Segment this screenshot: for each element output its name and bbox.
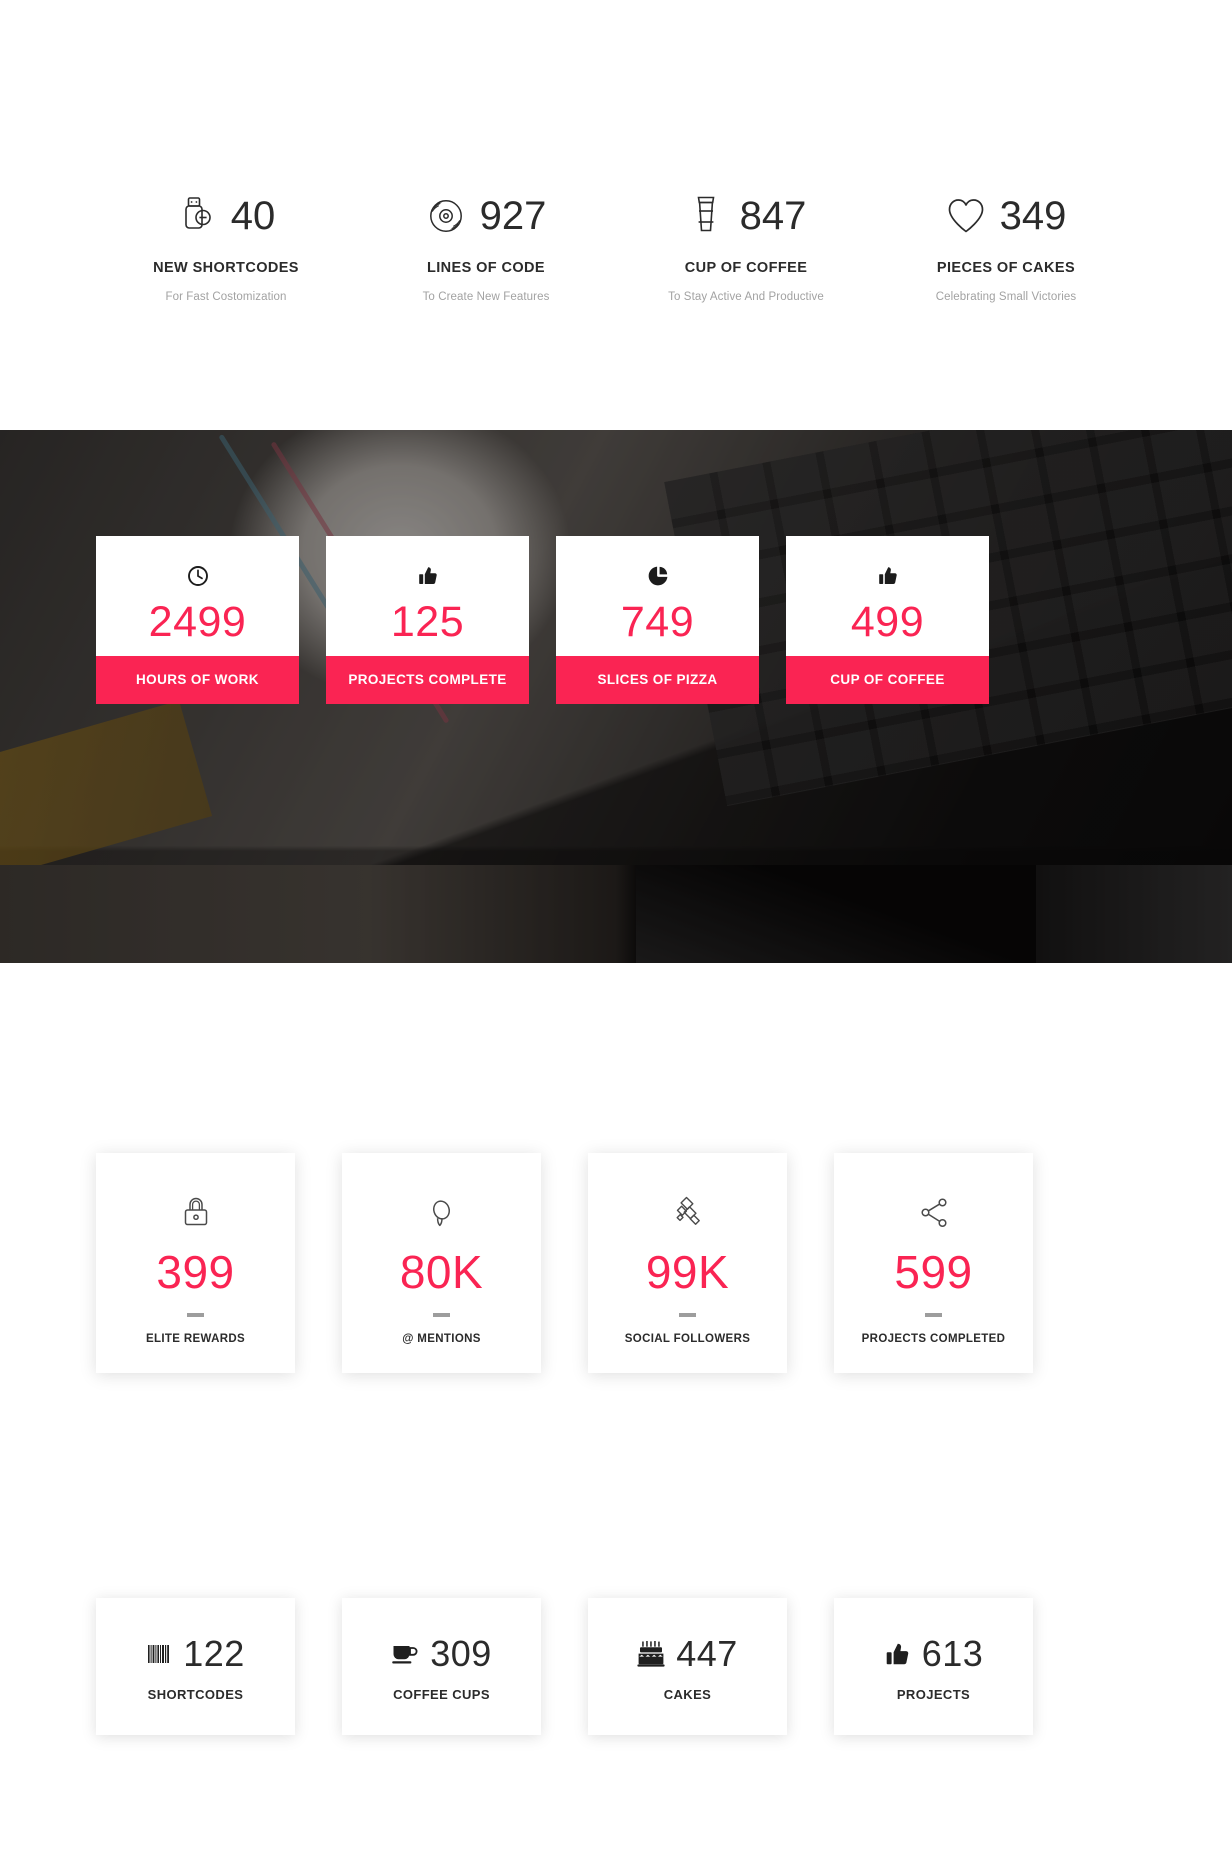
plain-counter-number: 40 (230, 194, 276, 238)
photo-counter-label: HOURS OF WORK (96, 656, 299, 704)
tall-counter-number: 599 (894, 1246, 973, 1298)
wide-counter-label: PROJECTS (896, 1687, 971, 1702)
plain-counter-number: 847 (739, 194, 807, 238)
plain-counter-head: 349 (876, 190, 1136, 242)
wide-counter-card: 613 PROJECTS (834, 1598, 1033, 1735)
wide-counter-head: 447 (637, 1631, 738, 1677)
tall-counter-label: PROJECTS COMPLETED (861, 1333, 1006, 1345)
wide-counter-card: 309 COFFEE CUPS (342, 1598, 541, 1735)
plain-counter-head: 927 (356, 190, 616, 242)
wide-counter-label: SHORTCODES (147, 1687, 244, 1702)
plain-counter-item: 349 PIECES OF CAKES Celebrating Small Vi… (876, 190, 1136, 303)
plain-counter-number: 927 (479, 194, 547, 238)
tall-counter-divider (433, 1313, 450, 1317)
tall-counter-number: 80K (399, 1246, 484, 1298)
photo-counter-label: SLICES OF PIZZA (556, 656, 759, 704)
tall-counter-label: ELITE REWARDS (145, 1333, 246, 1345)
tall-counter-number: 99K (645, 1246, 730, 1298)
section-plain-counters: 40 NEW SHORTCODES For Fast Costomization (0, 0, 1232, 430)
birthday-cake-icon (637, 1640, 665, 1668)
thumbs-up-icon (326, 563, 529, 589)
section-tall-counters: 399 ELITE REWARDS 80K @ MENTIONS 99K SOC… (0, 963, 1232, 1413)
wide-counter-card: 122 SHORTCODES (96, 1598, 295, 1735)
plain-counter-subtitle: To Create New Features (422, 291, 550, 303)
plain-counter-grid: 40 NEW SHORTCODES For Fast Costomization (96, 190, 1136, 303)
plain-counter-subtitle: For Fast Costomization (165, 291, 287, 303)
coffee-togo-cup-icon (686, 194, 726, 238)
magnifier-icon (425, 1193, 459, 1233)
thumbs-up-icon (884, 1641, 911, 1668)
share-network-icon (917, 1193, 951, 1233)
thumbs-up-icon (786, 563, 989, 589)
wide-counter-card: 447 CAKES (588, 1598, 787, 1735)
photo-counter-number: 499 (850, 598, 925, 646)
photo-counter-number: 125 (390, 598, 465, 646)
photo-counter-card: 2499 HOURS OF WORK (96, 536, 299, 704)
plain-counter-title: NEW SHORTCODES (153, 260, 299, 276)
wide-counter-number: 122 (183, 1633, 245, 1674)
counter-shortcodes-page: 40 NEW SHORTCODES For Fast Costomization (0, 0, 1232, 1859)
photo-counter-card-body: 499 (786, 536, 989, 656)
wide-counter-grid: 122 SHORTCODES 309 COFFEE CUPS 447 CAKES… (96, 1598, 1136, 1735)
plain-counter-head: 847 (616, 190, 876, 242)
wide-counter-label: COFFEE CUPS (393, 1687, 490, 1702)
photo-counter-grid: 2499 HOURS OF WORK 125 PROJECTS COMPLETE (96, 536, 1136, 704)
tall-counter-number: 399 (156, 1246, 235, 1298)
plain-counter-item: 847 CUP OF COFFEE To Stay Active And Pro… (616, 190, 876, 303)
tall-counter-card: 99K SOCIAL FOLLOWERS (588, 1153, 787, 1373)
photo-counter-number: 749 (620, 598, 695, 646)
photo-counter-card-body: 125 (326, 536, 529, 656)
photo-counter-card-body: 2499 (96, 536, 299, 656)
plain-counter-title: CUP OF COFFEE (684, 260, 808, 276)
usb-flash-drive-icon (177, 194, 217, 238)
wide-counter-label: CAKES (663, 1687, 712, 1702)
coffee-mug-icon (391, 1641, 419, 1667)
tall-counter-label: @ MENTIONS (402, 1333, 481, 1345)
plain-counter-head: 40 (96, 190, 356, 242)
tall-counter-card: 599 PROJECTS COMPLETED (834, 1153, 1033, 1373)
barcode-icon (146, 1641, 172, 1667)
photo-counter-card-body: 749 (556, 536, 759, 656)
photo-counter-card: 499 CUP OF COFFEE (786, 536, 989, 704)
photo-counter-card: 749 SLICES OF PIZZA (556, 536, 759, 704)
clock-icon (96, 563, 299, 589)
wide-counter-number: 309 (430, 1633, 492, 1674)
vinyl-record-icon (426, 194, 466, 238)
wide-counter-head: 309 (391, 1631, 492, 1677)
tall-counter-divider (679, 1313, 696, 1317)
wide-counter-head: 122 (146, 1631, 245, 1677)
plain-counter-title: LINES OF CODE (427, 260, 545, 276)
satellite-icon (669, 1193, 707, 1233)
section-photo-counters: 2499 HOURS OF WORK 125 PROJECTS COMPLETE (0, 430, 1232, 963)
padlock-icon (179, 1193, 213, 1233)
tall-counter-divider (187, 1313, 204, 1317)
plain-counter-item: 40 NEW SHORTCODES For Fast Costomization (96, 190, 356, 303)
pie-chart-icon (556, 563, 759, 589)
plain-counter-subtitle: Celebrating Small Victories (935, 291, 1077, 303)
plain-counter-number: 349 (999, 194, 1067, 238)
heart-outline-icon (946, 194, 986, 238)
tall-counter-grid: 399 ELITE REWARDS 80K @ MENTIONS 99K SOC… (96, 1153, 1136, 1373)
plain-counter-subtitle: To Stay Active And Productive (668, 291, 824, 303)
wide-counter-head: 613 (884, 1631, 984, 1677)
photo-counter-label: PROJECTS COMPLETE (326, 656, 529, 704)
tall-counter-divider (925, 1313, 942, 1317)
photo-counter-label: CUP OF COFFEE (786, 656, 989, 704)
tall-counter-card: 399 ELITE REWARDS (96, 1153, 295, 1373)
plain-counter-title: PIECES OF CAKES (936, 260, 1076, 276)
tall-counter-label: SOCIAL FOLLOWERS (624, 1333, 751, 1345)
photo-counter-card: 125 PROJECTS COMPLETE (326, 536, 529, 704)
wide-counter-number: 447 (676, 1633, 738, 1674)
plain-counter-item: 927 LINES OF CODE To Create New Features (356, 190, 616, 303)
tall-counter-card: 80K @ MENTIONS (342, 1153, 541, 1373)
section-wide-counters: 122 SHORTCODES 309 COFFEE CUPS 447 CAKES… (0, 1413, 1232, 1859)
photo-counter-number: 2499 (148, 598, 247, 646)
wide-counter-number: 613 (921, 1633, 984, 1674)
